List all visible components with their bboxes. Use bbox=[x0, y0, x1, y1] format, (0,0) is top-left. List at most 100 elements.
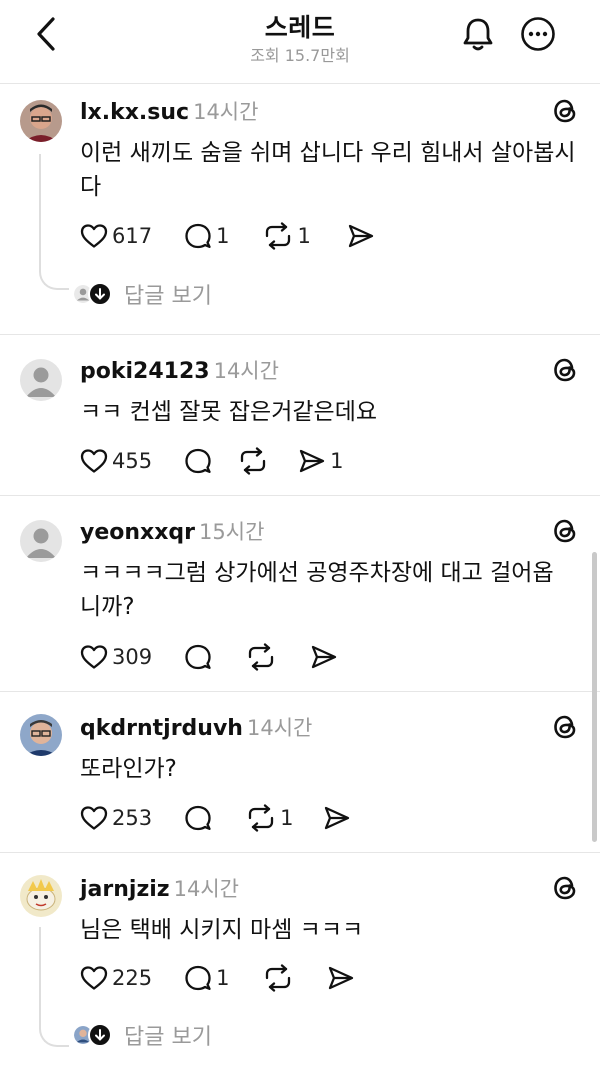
comment-header: poki24123 14시간 bbox=[80, 357, 279, 386]
comment-text: ㅋㅋㅋㅋ그럼 상가에선 공영주차장에 대고 걸어옵니까? bbox=[80, 560, 554, 620]
comment-header: jarnjziz 14시간 bbox=[80, 875, 239, 904]
view-replies-label: 답글 보기 bbox=[124, 284, 212, 309]
avatar[interactable] bbox=[20, 359, 62, 401]
heart-icon bbox=[80, 449, 108, 473]
comment-item: lx.kx.suc 14시간 이런 새끼도 숨을 쉬며 삽니다 우리 힘내서 살아… bbox=[0, 84, 600, 335]
share-button[interactable] bbox=[347, 220, 375, 252]
comment-header: yeonxxqr 15시간 bbox=[80, 518, 264, 547]
bell-icon bbox=[463, 18, 493, 51]
action-bar: 617 1 1 bbox=[80, 220, 375, 252]
comment-bubble-icon bbox=[185, 805, 211, 831]
down-arrow-icon bbox=[88, 282, 112, 306]
like-button[interactable]: 617 bbox=[80, 220, 152, 252]
avatar[interactable] bbox=[20, 520, 62, 562]
like-button[interactable]: 225 bbox=[80, 962, 152, 994]
repost-icon bbox=[240, 447, 266, 475]
send-icon bbox=[311, 645, 337, 669]
comment-bubble-icon bbox=[185, 644, 211, 670]
share-count: 1 bbox=[330, 449, 344, 473]
avatar[interactable] bbox=[20, 875, 62, 917]
reply-button[interactable] bbox=[184, 802, 212, 834]
action-bar: 455 1 bbox=[80, 445, 343, 477]
thread-connector bbox=[39, 927, 41, 1021]
more-button[interactable] bbox=[518, 14, 558, 54]
timestamp: 14시간 bbox=[213, 359, 279, 383]
comment-item: qkdrntjrduvh 14시간 또라인가? 253 1 bbox=[0, 692, 600, 853]
heart-icon bbox=[80, 966, 108, 990]
like-count: 309 bbox=[112, 645, 153, 669]
timestamp: 14시간 bbox=[193, 100, 259, 124]
like-button[interactable]: 253 bbox=[80, 802, 152, 834]
comment-bubble-icon bbox=[185, 965, 211, 991]
repost-button[interactable]: 1 bbox=[246, 802, 293, 834]
threads-icon[interactable] bbox=[550, 873, 580, 903]
heart-icon bbox=[80, 806, 108, 830]
avatar[interactable] bbox=[20, 714, 62, 756]
view-replies-button[interactable]: 답글 보기 bbox=[72, 278, 212, 310]
action-bar: 253 1 bbox=[80, 802, 351, 834]
heart-icon bbox=[80, 645, 108, 669]
more-horizontal-icon bbox=[521, 17, 555, 51]
comment-text: 이런 새끼도 숨을 쉬며 삽니다 우리 힘내서 살아봅시다 bbox=[80, 140, 576, 200]
like-button[interactable]: 309 bbox=[80, 641, 152, 673]
timestamp: 14시간 bbox=[173, 877, 239, 901]
share-button[interactable] bbox=[323, 802, 351, 834]
comment-item: yeonxxqr 15시간 ㅋㅋㅋㅋ그럼 상가에선 공영주차장에 대고 걸어옵니까… bbox=[0, 496, 600, 692]
repost-icon bbox=[266, 964, 291, 992]
action-bar: 309 bbox=[80, 641, 338, 673]
reply-count: 1 bbox=[216, 966, 230, 990]
repost-button[interactable] bbox=[246, 641, 276, 673]
repost-icon bbox=[248, 643, 274, 671]
reply-button[interactable] bbox=[184, 641, 212, 673]
repost-count: 1 bbox=[280, 806, 294, 830]
timestamp: 15시간 bbox=[199, 520, 265, 544]
share-button[interactable] bbox=[327, 962, 355, 994]
repost-button[interactable] bbox=[263, 962, 293, 994]
username[interactable]: yeonxxqr bbox=[80, 520, 195, 545]
comment-text: 또라인가? bbox=[80, 756, 177, 782]
thread-connector-curve bbox=[39, 262, 69, 290]
username[interactable]: poki24123 bbox=[80, 359, 210, 384]
username[interactable]: jarnjziz bbox=[80, 877, 170, 902]
thread-connector bbox=[39, 154, 41, 264]
like-count: 225 bbox=[112, 966, 153, 990]
threads-icon[interactable] bbox=[550, 96, 580, 126]
repost-count: 1 bbox=[297, 224, 311, 248]
like-button[interactable]: 455 bbox=[80, 445, 152, 477]
threads-icon[interactable] bbox=[550, 712, 580, 742]
username[interactable]: lx.kx.suc bbox=[80, 100, 189, 125]
like-count: 617 bbox=[112, 224, 153, 248]
repost-icon bbox=[248, 804, 274, 832]
threads-icon[interactable] bbox=[550, 355, 580, 385]
like-count: 253 bbox=[112, 806, 153, 830]
comment-header: lx.kx.suc 14시간 bbox=[80, 98, 258, 127]
username[interactable]: qkdrntjrduvh bbox=[80, 716, 243, 741]
repost-button[interactable]: 1 bbox=[263, 220, 311, 252]
reply-button[interactable]: 1 bbox=[184, 220, 229, 252]
threads-icon[interactable] bbox=[550, 516, 580, 546]
repost-button[interactable] bbox=[238, 445, 272, 477]
like-count: 455 bbox=[112, 449, 153, 473]
comment-header: qkdrntjrduvh 14시간 bbox=[80, 714, 312, 743]
share-button[interactable] bbox=[310, 641, 338, 673]
view-replies-label: 답글 보기 bbox=[124, 1025, 212, 1050]
avatar[interactable] bbox=[20, 100, 62, 142]
comment-text: ㅋㅋ 컨셉 잘못 잡은거같은데요 bbox=[80, 399, 378, 425]
send-icon bbox=[299, 449, 325, 473]
notification-button[interactable] bbox=[458, 14, 498, 54]
reply-button[interactable]: 1 bbox=[184, 962, 229, 994]
comment-item: poki24123 14시간 ㅋㅋ 컨셉 잘못 잡은거같은데요 455 1 bbox=[0, 335, 600, 496]
comment-bubble-icon bbox=[185, 448, 211, 474]
page-title: 스레드 bbox=[264, 13, 336, 42]
view-replies-button[interactable]: 답글 보기 bbox=[72, 1019, 212, 1051]
scrollbar[interactable] bbox=[592, 552, 597, 842]
share-button[interactable]: 1 bbox=[298, 445, 343, 477]
reply-button[interactable] bbox=[184, 445, 216, 477]
repost-icon bbox=[266, 222, 291, 250]
timestamp: 14시간 bbox=[246, 716, 313, 740]
comment-bubble-icon bbox=[185, 223, 211, 249]
thread-connector-curve bbox=[39, 1019, 69, 1047]
send-icon bbox=[348, 224, 373, 248]
down-arrow-icon bbox=[88, 1023, 112, 1047]
heart-icon bbox=[80, 224, 108, 248]
